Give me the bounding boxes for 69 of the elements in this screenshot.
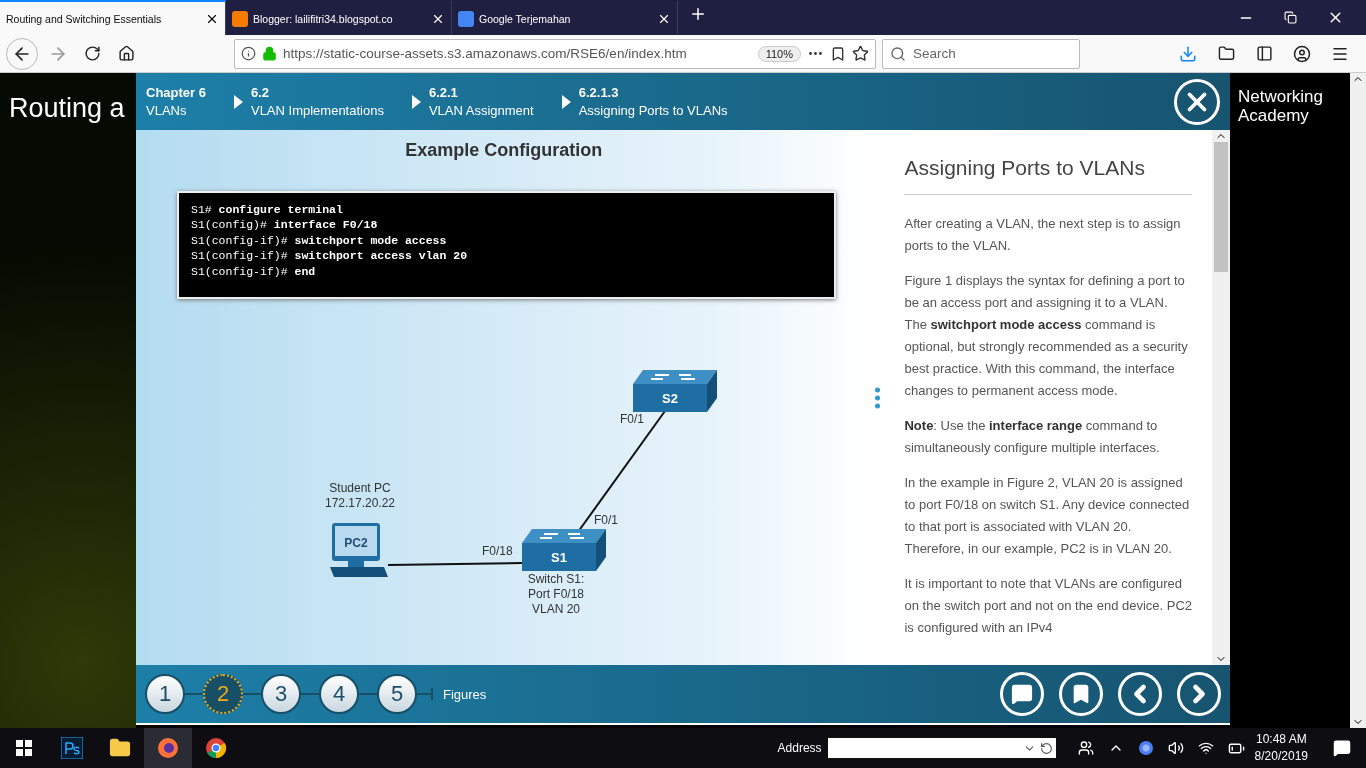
- figure-page-button[interactable]: 2: [203, 674, 243, 714]
- scrollbar-thumb[interactable]: [1214, 142, 1229, 272]
- close-button[interactable]: [1174, 78, 1220, 125]
- breadcrumb-link[interactable]: 6.2 VLAN Implementations: [250, 83, 384, 120]
- figure-page-button[interactable]: 4: [319, 674, 359, 714]
- search-icon: [890, 45, 906, 62]
- arrow-icon: [411, 94, 421, 109]
- folder-icon[interactable]: [109, 737, 131, 759]
- figure-page-button[interactable]: 3: [261, 674, 301, 714]
- figure-page-button[interactable]: 5: [377, 674, 417, 714]
- wifi-icon[interactable]: [1197, 740, 1214, 756]
- volume-icon[interactable]: [1167, 740, 1184, 756]
- arrow-icon: [233, 94, 243, 109]
- app-icon[interactable]: [61, 737, 83, 759]
- brand-name: Networking Academy: [1238, 87, 1325, 125]
- account-icon[interactable]: [1293, 44, 1311, 63]
- chrome-icon[interactable]: [205, 737, 227, 759]
- bookmark-button[interactable]: [1059, 672, 1103, 716]
- arrow-icon: [561, 94, 571, 109]
- terminal-line: S1(config-if)# end: [191, 263, 317, 280]
- paragraph: In the example in Figure 2, VLAN 20 is assigned to port F0/18 on switch S1. Any device connected to that port is associated with VLAN 20. Therefore, in our example, PC2 is in VLAN 20.: [904, 474, 1191, 558]
- lock-icon: [262, 46, 277, 61]
- zoom-level[interactable]: 110%: [757, 45, 801, 62]
- speech-bubble-icon: [1011, 683, 1033, 705]
- switch-caption: Switch S1: Port F0/18 VLAN 20: [526, 572, 586, 617]
- address-field[interactable]: [827, 738, 1056, 758]
- windows-icon[interactable]: [16, 740, 32, 756]
- port-label: F0/1: [594, 513, 618, 528]
- notification-icon[interactable]: [1333, 739, 1351, 757]
- next-button[interactable]: [1177, 672, 1221, 716]
- breadcrumb-link[interactable]: Chapter 6 VLANs: [146, 83, 206, 120]
- breadcrumb-link[interactable]: 6.2.1.3 Assigning Ports to VLANs: [578, 83, 728, 120]
- terminal-line: S1(config)# interface F0/18: [191, 217, 379, 233]
- terminal-line: S1# configure terminal: [191, 202, 344, 218]
- home-icon[interactable]: [117, 45, 135, 62]
- paragraph: Note: Use the interface range command to simultaneously configure multiple interfaces.: [904, 417, 1161, 457]
- terminal-line: S1(config-if)# switchport access vlan 20: [191, 248, 469, 264]
- browser-tab[interactable]: Routing and Switching Essentials: [0, 0, 226, 35]
- sidebar-icon[interactable]: [1255, 45, 1273, 62]
- port-label: F0/18: [482, 544, 513, 559]
- people-icon[interactable]: [1077, 740, 1094, 756]
- terminal-line: S1(config-if)# switchport mode access: [191, 232, 448, 249]
- section-heading: Assigning Ports to VLANs: [904, 156, 1193, 195]
- course-title: Routing a: [9, 93, 126, 124]
- figures-label: Figures: [443, 686, 487, 702]
- pc-caption: Student PC 172.17.20.22: [323, 481, 397, 511]
- refresh-icon[interactable]: [1039, 741, 1053, 755]
- comment-button[interactable]: [1000, 672, 1044, 716]
- paragraph: After creating a VLAN, the next step is to assign ports to the VLAN.: [904, 215, 1182, 255]
- address-label: Address: [777, 741, 822, 755]
- port-label: F0/1: [620, 412, 644, 427]
- address-bar[interactable]: https://static-course-assets.s3.amazonaws.com/RSE6/en/index.htm 110%: [234, 38, 876, 69]
- drag-handle-icon[interactable]: [875, 386, 881, 409]
- star-icon[interactable]: [852, 45, 869, 62]
- paragraph: Figure 1 displays the syntax for defining a port to be an access port and assigning it to a VLAN. The switchport mode access command is optional, but strongly recommended as a security best practice. With this command, the interface changes to permanent access mode.: [904, 272, 1189, 400]
- search-field[interactable]: Search: [882, 38, 1080, 69]
- clock: 10:48 AM 8/20/2019: [1254, 731, 1308, 765]
- paragraph: It is important to note that VLANs are configured on the switch port and not on the end device. PC2 is configured with an IPv4: [904, 575, 1193, 637]
- new-tab-icon[interactable]: [689, 5, 707, 23]
- network-icon[interactable]: [1137, 740, 1154, 756]
- figure-title: Example Configuration: [404, 139, 604, 161]
- firefox-icon[interactable]: [157, 737, 179, 759]
- breadcrumb-link[interactable]: 6.2.1 VLAN Assignment: [428, 83, 534, 120]
- download-icon[interactable]: [1179, 44, 1197, 63]
- figure-page-button[interactable]: 1: [145, 674, 185, 714]
- previous-button[interactable]: [1118, 672, 1162, 716]
- info-icon[interactable]: [241, 46, 256, 61]
- restore-icon[interactable]: [1284, 11, 1297, 24]
- reload-icon[interactable]: [83, 45, 101, 62]
